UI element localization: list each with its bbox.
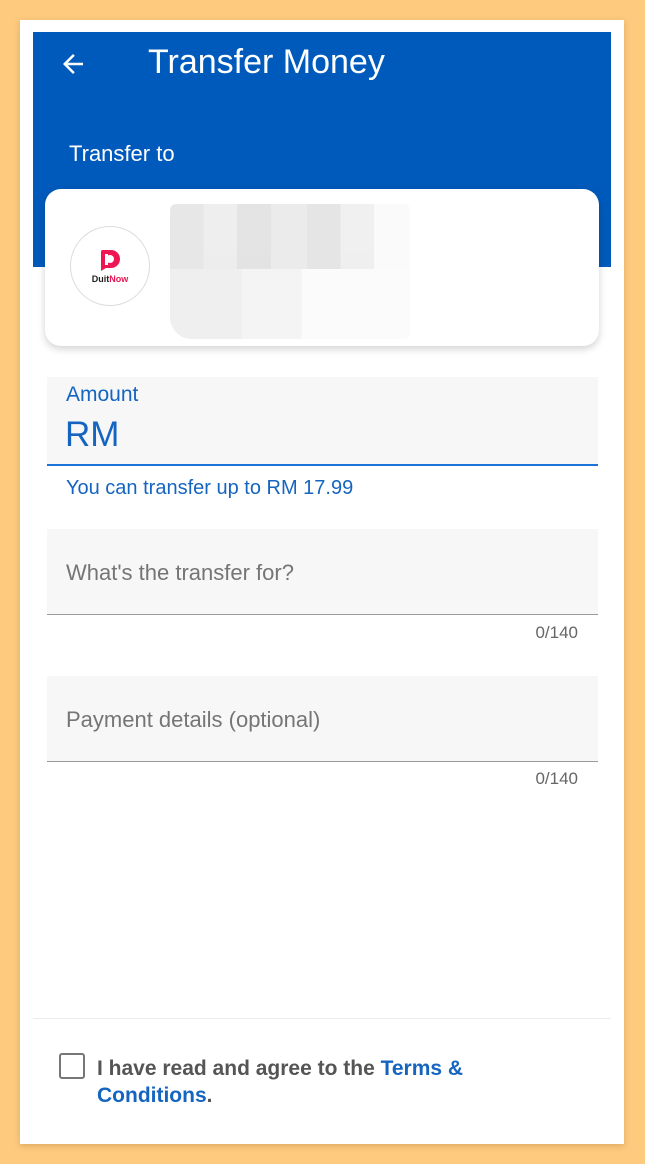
footer-divider	[33, 1018, 611, 1019]
transfer-purpose-counter: 0/140	[535, 623, 578, 642]
amount-input[interactable]: RM	[65, 415, 119, 455]
terms-checkbox[interactable]	[59, 1053, 85, 1079]
app-screen: Transfer Money Transfer to DuitNow Amoun…	[33, 32, 611, 1131]
amount-label: Amount	[66, 383, 139, 406]
payment-details-placeholder: Payment details (optional)	[66, 707, 321, 732]
back-button[interactable]	[51, 42, 95, 86]
amount-limit-hint: You can transfer up to RM 17.99	[66, 477, 354, 499]
redacted-recipient-details	[170, 204, 410, 339]
duitnow-icon	[100, 250, 120, 271]
payment-details-counter: 0/140	[535, 769, 578, 788]
duitnow-wordmark: DuitNow	[91, 274, 129, 284]
duitnow-logo: DuitNow	[70, 226, 150, 306]
transfer-purpose-placeholder: What's the transfer for?	[66, 560, 294, 585]
transfer-to-label: Transfer to	[69, 141, 175, 166]
arrow-left-icon	[63, 54, 83, 74]
recipient-card[interactable]: DuitNow	[45, 189, 599, 346]
transfer-purpose-field[interactable]: What's the transfer for?	[47, 529, 598, 615]
terms-agreement-text: I have read and agree to the Terms & Con…	[97, 1057, 464, 1107]
page-title: Transfer Money	[148, 43, 385, 81]
payment-details-field[interactable]: Payment details (optional)	[47, 676, 598, 762]
amount-field[interactable]: Amount RM	[47, 377, 598, 466]
